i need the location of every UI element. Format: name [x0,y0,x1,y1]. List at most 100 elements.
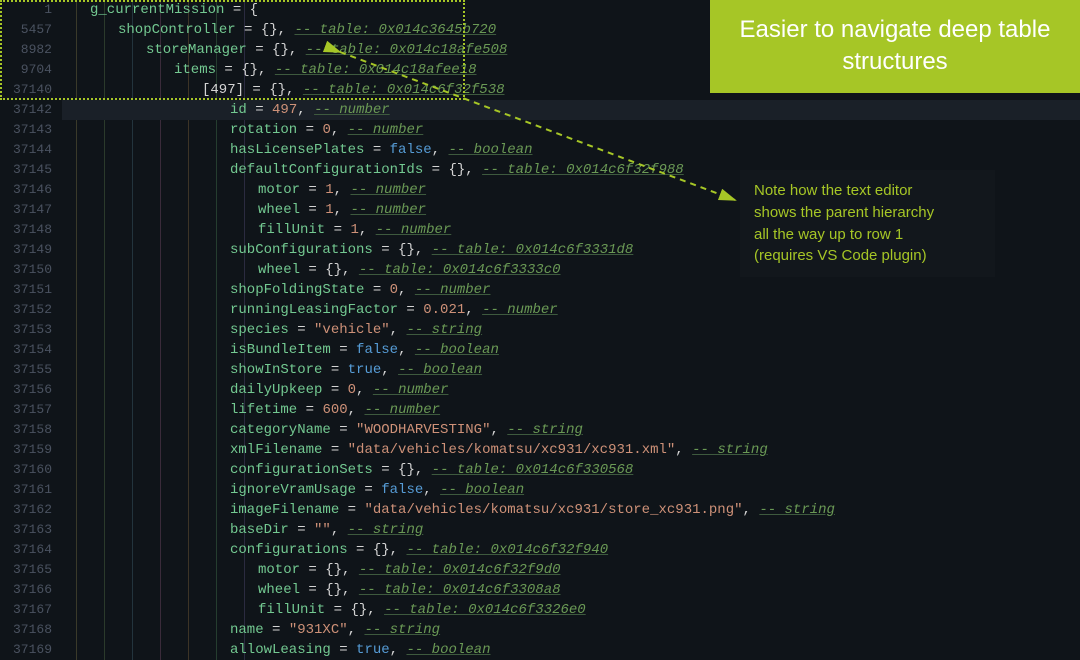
code-line[interactable]: ignoreVramUsage = false, -- boolean [62,480,1080,500]
token-punct: , [390,542,407,558]
token-ident: items [174,62,216,78]
code-line[interactable]: fillUnit = {}, -- table: 0x014c6f3326e0 [62,600,1080,620]
line-number: 37162 [0,500,52,520]
token-comment: -- table: 0x014c18afe508 [306,42,508,58]
token-comment: -- number [364,402,440,418]
token-comment: -- number [482,302,558,318]
code-line[interactable]: motor = {}, -- table: 0x014c6f32f9d0 [62,560,1080,580]
annotation-note: Note how the text editor shows the paren… [740,170,995,277]
token-punct: , [490,422,507,438]
token-punct: , [465,302,482,318]
token-punct: { [250,2,258,18]
line-number: 9704 [0,60,52,80]
token-punct: , [331,122,348,138]
token-eq: = [289,322,314,338]
code-line[interactable]: imageFilename = "data/vehicles/komatsu/x… [62,500,1080,520]
code-line[interactable]: configurations = {}, -- table: 0x014c6f3… [62,540,1080,560]
token-ident: imageFilename [230,502,339,518]
token-tbl: {} [373,542,390,558]
line-number: 8982 [0,40,52,60]
token-punct: , [398,282,415,298]
token-punct: , [359,222,376,238]
token-punct: , [390,322,407,338]
token-punct: , [342,582,359,598]
token-ident: baseDir [230,522,289,538]
code-line[interactable]: name = "931XC", -- string [62,620,1080,640]
token-punct: , [278,22,295,38]
code-line[interactable]: xmlFilename = "data/vehicles/komatsu/xc9… [62,440,1080,460]
token-tbl: {} [325,562,342,578]
code-line[interactable]: species = "vehicle", -- string [62,320,1080,340]
token-comment: -- number [348,122,424,138]
token-eq: = [322,442,347,458]
token-eq: = [300,202,325,218]
code-line[interactable]: shopFoldingState = 0, -- number [62,280,1080,300]
token-punct: , [348,402,365,418]
token-punct: , [342,562,359,578]
token-eq: = [300,182,325,198]
token-comment: -- table: 0x014c6f330568 [432,462,634,478]
token-comment: -- table: 0x014c6f32f940 [406,542,608,558]
token-eq: = [331,342,356,358]
code-line[interactable]: isBundleItem = false, -- boolean [62,340,1080,360]
token-punct: , [334,202,351,218]
token-ident: fillUnit [258,222,325,238]
code-line[interactable]: wheel = {}, -- table: 0x014c6f3308a8 [62,580,1080,600]
token-ident: name [230,622,264,638]
token-eq: = [423,162,448,178]
token-num: 0 [348,382,356,398]
token-eq: = [322,382,347,398]
token-ident: configurationSets [230,462,373,478]
token-comment: -- table: 0x014c6f3308a8 [359,582,561,598]
token-punct: , [331,522,348,538]
token-ident: fillUnit [258,602,325,618]
code-line[interactable]: categoryName = "WOODHARVESTING", -- stri… [62,420,1080,440]
token-eq: = [373,242,398,258]
code-line[interactable]: hasLicensePlates = false, -- boolean [62,140,1080,160]
token-ident: hasLicensePlates [230,142,364,158]
token-eq: = [297,402,322,418]
token-punct: , [342,262,359,278]
line-number: 5457 [0,20,52,40]
token-punct: , [390,642,407,658]
token-comment: -- string [692,442,768,458]
line-number: 37142 [0,100,52,120]
code-line[interactable]: id = 497, -- number [62,100,1080,120]
code-line[interactable]: baseDir = "", -- string [62,520,1080,540]
line-number: 37145 [0,160,52,180]
code-line[interactable]: allowLeasing = true, -- boolean [62,640,1080,660]
token-bool: true [348,362,382,378]
token-comment: -- string [406,322,482,338]
token-ident: id [230,102,247,118]
code-line[interactable]: dailyUpkeep = 0, -- number [62,380,1080,400]
token-comment: -- boolean [440,482,524,498]
line-number: 37163 [0,520,52,540]
code-line[interactable]: runningLeasingFactor = 0.021, -- number [62,300,1080,320]
token-comment: -- table: 0x014c3645b720 [294,22,496,38]
token-eq: = [339,502,364,518]
token-eq: = [322,362,347,378]
code-line[interactable]: lifetime = 600, -- number [62,400,1080,420]
token-eq: = [373,462,398,478]
code-line[interactable]: configurationSets = {}, -- table: 0x014c… [62,460,1080,480]
token-punct: , [465,162,482,178]
line-number: 37152 [0,300,52,320]
token-str: "" [314,522,331,538]
token-ident: lifetime [230,402,297,418]
token-eq: = [247,42,272,58]
code-line[interactable]: rotation = 0, -- number [62,120,1080,140]
token-eq: = [300,582,325,598]
line-number: 37166 [0,580,52,600]
token-punct: , [415,462,432,478]
line-number: 37140 [0,80,52,100]
token-ident: wheel [258,202,300,218]
token-comment: -- boolean [415,342,499,358]
token-eq: = [216,62,241,78]
token-num: 0 [322,122,330,138]
code-line[interactable]: showInStore = true, -- boolean [62,360,1080,380]
token-ident: configurations [230,542,348,558]
line-number: 37148 [0,220,52,240]
token-ident: g_currentMission [90,2,224,18]
token-eq: = [331,422,356,438]
token-comment: -- number [350,182,426,198]
